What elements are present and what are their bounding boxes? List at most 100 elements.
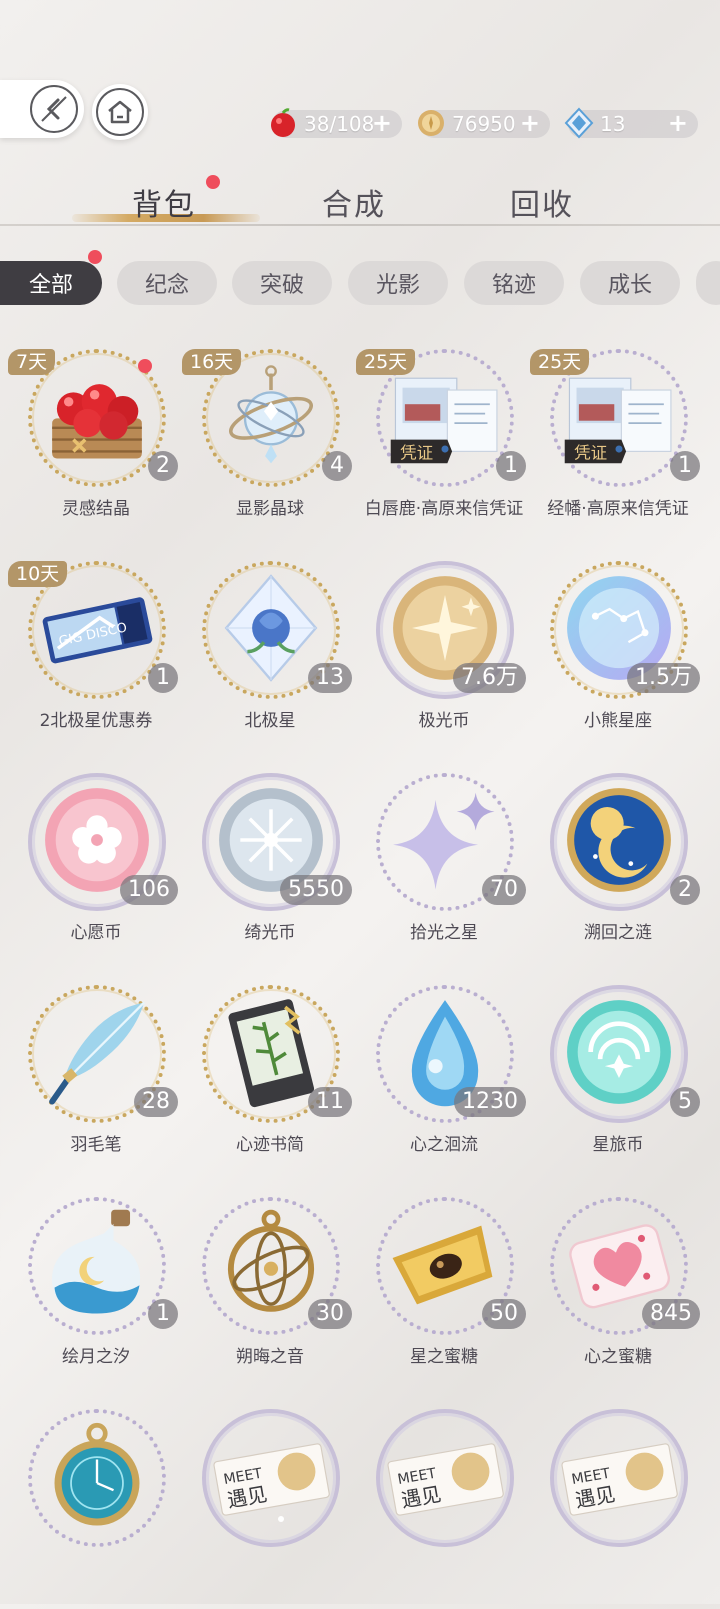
- tab-divider: [0, 224, 720, 226]
- item-card[interactable]: 50 星之蜜糖: [356, 1197, 532, 1397]
- currency-apple[interactable]: 38/108 +: [271, 108, 402, 138]
- diamond-plus-button[interactable]: +: [668, 110, 688, 136]
- item-name: 极光币: [418, 711, 470, 731]
- expiry-badge: 25天: [356, 349, 416, 375]
- item-card[interactable]: 845 心之蜜糖: [530, 1197, 706, 1397]
- item-name: 朔晦之音: [236, 1347, 304, 1367]
- item-count: 13: [308, 663, 352, 693]
- item-card[interactable]: 7天 2 灵感结晶: [8, 349, 184, 549]
- crystal-orb-icon: [212, 357, 330, 479]
- item-name: 显影晶球: [236, 499, 304, 519]
- tab-bag[interactable]: 背包: [132, 180, 196, 224]
- chip-all[interactable]: 全部: [0, 261, 102, 305]
- item-card[interactable]: 凭证 25天 1 白唇鹿·高原来信凭证: [356, 349, 532, 549]
- home-icon: [96, 88, 144, 136]
- item-card[interactable]: MEET 遇见: [182, 1409, 358, 1609]
- chip-label: 成长: [607, 273, 652, 298]
- item-count: 1: [670, 451, 700, 481]
- item-card[interactable]: MEET 遇见: [530, 1409, 706, 1609]
- meet-ticket-icon: MEET 遇见: [386, 1417, 504, 1539]
- item-card[interactable]: GIG DISCO 10天 1 2北极星优惠券: [8, 561, 184, 761]
- item-count: 5: [670, 1087, 700, 1117]
- item-card[interactable]: 30 朔晦之音: [182, 1197, 358, 1397]
- item-count: 1230: [454, 1087, 526, 1117]
- item-card[interactable]: 13 北极星: [182, 561, 358, 761]
- item-name: 星旅币: [592, 1135, 644, 1155]
- chip-label: 纪念: [144, 273, 189, 298]
- item-card[interactable]: 106 心愿币: [8, 773, 184, 973]
- diamond-count: 13: [600, 112, 626, 136]
- diamond-icon: [564, 107, 594, 139]
- item-count: 50: [482, 1299, 526, 1329]
- apple-count: 38/108: [304, 112, 375, 136]
- item-name: 经幡·高原来信凭证: [547, 499, 689, 519]
- tab-synth[interactable]: 合成: [322, 180, 386, 224]
- item-count: 70: [482, 875, 526, 905]
- page-indicator: [278, 1516, 284, 1522]
- item-card[interactable]: 1.5万 小熊星座: [530, 561, 706, 761]
- tab-bag-notification-dot: [206, 175, 220, 189]
- item-card[interactable]: 28 羽毛笔: [8, 985, 184, 1185]
- chip-label: 突破: [259, 273, 304, 298]
- item-card[interactable]: 2 溯回之涟: [530, 773, 706, 973]
- item-card[interactable]: [8, 1409, 184, 1609]
- item-card[interactable]: 凭证 25天 1 经幡·高原来信凭证: [530, 349, 706, 549]
- expiry-badge: 16天: [182, 349, 242, 375]
- item-count: 1: [148, 1299, 178, 1329]
- main-tabs: 背包 合成 回收: [0, 170, 720, 230]
- item-icon-frame: MEET 遇见: [202, 1409, 340, 1547]
- expiry-badge: 10天: [8, 561, 68, 587]
- chip-imprint[interactable]: 铭迹: [464, 261, 564, 305]
- item-card[interactable]: 11 心迹书简: [182, 985, 358, 1185]
- currency-coin[interactable]: 76950 +: [418, 110, 550, 138]
- chip-breakthrough[interactable]: 突破: [232, 261, 332, 305]
- item-name: 羽毛笔: [70, 1135, 122, 1155]
- currency-diamond[interactable]: 13 +: [564, 107, 698, 139]
- letter-voucher-icon: 凭证: [386, 357, 504, 479]
- coin-plus-button[interactable]: +: [520, 110, 540, 136]
- chip-memorial[interactable]: 纪念: [117, 261, 217, 305]
- item-count: 4: [322, 451, 352, 481]
- item-name: 星之蜜糖: [410, 1347, 478, 1367]
- item-name: 心愿币: [70, 923, 122, 943]
- item-name: 心之洄流: [410, 1135, 478, 1155]
- item-card[interactable]: 5550 绮光币: [182, 773, 358, 973]
- item-count: 7.6万: [453, 663, 526, 693]
- item-icon-frame: [28, 1197, 166, 1335]
- item-card[interactable]: 1 绘月之汐: [8, 1197, 184, 1397]
- coin-icon: [418, 110, 444, 136]
- item-card[interactable]: 16天 4 显影晶球: [182, 349, 358, 549]
- item-card[interactable]: 1230 心之洄流: [356, 985, 532, 1185]
- item-name: 溯回之涟: [584, 923, 652, 943]
- ticket-icon: GIG DISCO: [38, 569, 156, 691]
- chip-label: 全部: [28, 273, 73, 298]
- meet-ticket-icon: MEET 遇见: [560, 1417, 678, 1539]
- apple-plus-button[interactable]: +: [372, 110, 392, 136]
- item-count: 1: [496, 451, 526, 481]
- item-count: 1.5万: [627, 663, 700, 693]
- item-name: 绘月之汐: [62, 1347, 130, 1367]
- tab-recycle[interactable]: 回收: [510, 180, 574, 224]
- item-name: 拾光之星: [410, 923, 478, 943]
- item-count: 2: [670, 875, 700, 905]
- item-card[interactable]: 70 拾光之星: [356, 773, 532, 973]
- chip-light-shadow[interactable]: 光影: [348, 261, 448, 305]
- item-icon-frame: [550, 773, 688, 911]
- meet-ticket-icon: MEET 遇见: [212, 1417, 330, 1539]
- star-travel-coin-icon: [560, 993, 678, 1115]
- item-count: 1: [148, 663, 178, 693]
- item-card[interactable]: 7.6万极光币: [356, 561, 532, 761]
- item-name: 北极星: [244, 711, 296, 731]
- status-bar: [0, 0, 720, 70]
- home-button[interactable]: [92, 84, 148, 140]
- chip-more[interactable]: [696, 261, 720, 305]
- chip-growth[interactable]: 成长: [580, 261, 680, 305]
- back-arrow-icon: [30, 85, 78, 133]
- chip-all-notification-dot: [88, 250, 102, 264]
- apple-icon: [271, 108, 295, 137]
- item-name: 绮光币: [244, 923, 296, 943]
- coin-count: 76950: [452, 112, 516, 136]
- back-button[interactable]: [0, 80, 84, 138]
- item-card[interactable]: 5 星旅币: [530, 985, 706, 1185]
- item-card[interactable]: MEET 遇见: [356, 1409, 532, 1609]
